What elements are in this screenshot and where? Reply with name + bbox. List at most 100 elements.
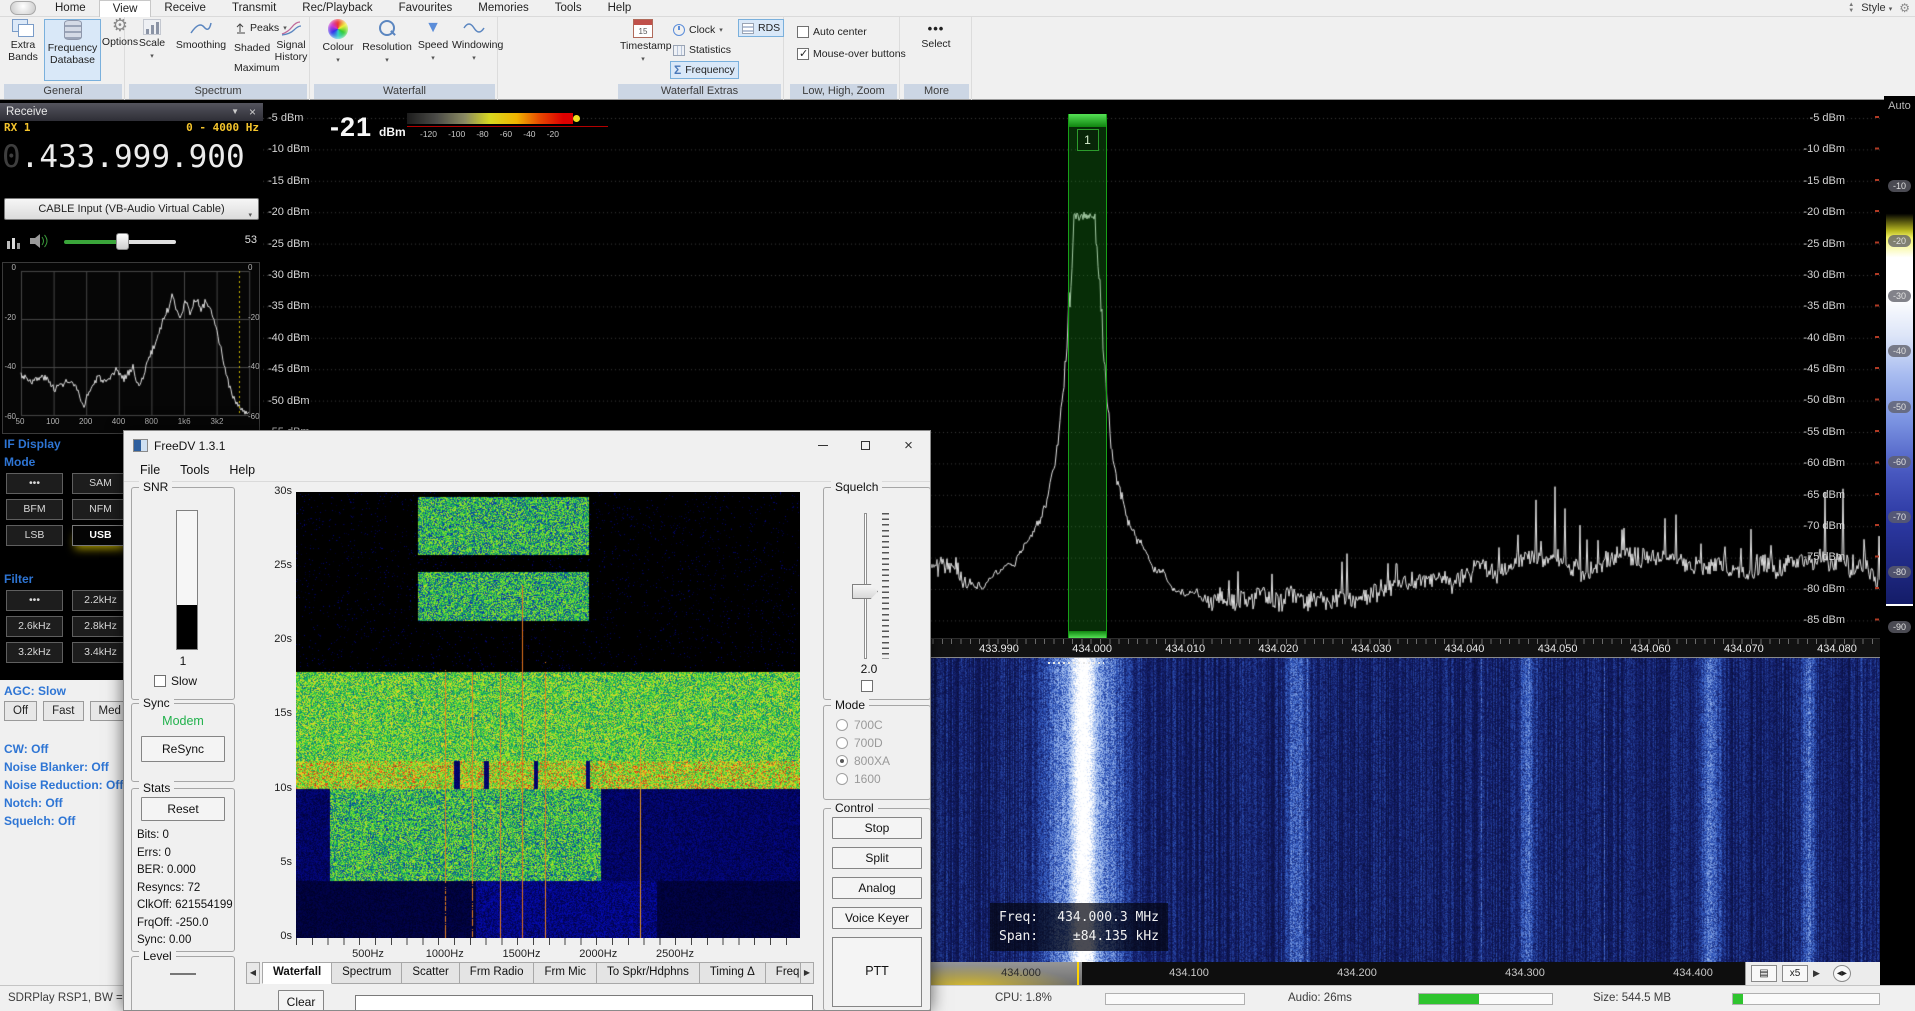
frequency-display[interactable]: 0.433.999.900 — [2, 134, 261, 180]
mode-radio-700c[interactable]: 700C — [836, 716, 930, 734]
freedv-window[interactable]: FreeDV 1.3.1 × FileToolsHelp SNR 1 Slow … — [123, 430, 931, 1011]
windowing-button[interactable]: Windowing▾ — [452, 19, 496, 65]
freedv-tab[interactable]: Scatter — [402, 962, 459, 984]
statistics-button[interactable]: Statistics — [670, 41, 734, 59]
speaker-icon[interactable] — [28, 232, 50, 250]
shaded-button[interactable]: Shaded — [231, 39, 273, 57]
freedv-tab[interactable]: Timing Δ — [700, 962, 766, 984]
receive-panel-header[interactable]: Receive ▼ × — [0, 103, 263, 121]
freedv-waterfall[interactable] — [296, 492, 800, 938]
waterfall-palette-bar[interactable] — [407, 113, 573, 124]
palette-tick: -100 — [448, 129, 465, 139]
signal-history-button[interactable]: Signal History — [273, 19, 309, 63]
mode-button[interactable]: LSB — [6, 525, 63, 546]
filter-button[interactable]: 3.2kHz — [6, 642, 63, 663]
frequency-database-button[interactable]: Frequency Database — [44, 19, 101, 81]
control-button[interactable]: Voice Keyer — [832, 907, 922, 929]
filter-button[interactable]: 2.8kHz — [72, 616, 129, 637]
speed-button[interactable]: ▼Speed▾ — [414, 19, 452, 65]
agc-button[interactable]: Off — [4, 701, 37, 721]
auto-contrast-label[interactable]: Auto — [1884, 100, 1915, 112]
tab-scroll-right[interactable]: ▶ — [800, 962, 814, 984]
menu-item[interactable]: Tools — [170, 460, 219, 481]
tab-home[interactable]: Home — [42, 0, 99, 17]
mode-button[interactable]: USB — [72, 525, 129, 546]
minimize-button[interactable] — [801, 431, 844, 459]
ribbon-body: Extra Bands Frequency Database ⚙Options … — [0, 17, 1915, 100]
clear-button[interactable]: Clear — [278, 990, 324, 1011]
close-button[interactable]: × — [887, 431, 930, 459]
mouse-over-buttons-checkbox[interactable]: Mouse-over buttons — [794, 45, 909, 63]
collapse-ribbon-icon[interactable]: ▲▼ — [1848, 2, 1854, 14]
freedv-tab[interactable]: Frequen — [766, 962, 800, 984]
mode-button[interactable]: SAM — [72, 473, 129, 494]
text-output-field[interactable] — [355, 995, 813, 1011]
menu-item[interactable]: File — [130, 460, 170, 481]
control-button[interactable]: Stop — [832, 817, 922, 839]
freedv-tab[interactable]: Frm Mic — [534, 962, 597, 984]
auto-center-checkbox[interactable]: Auto center — [794, 23, 870, 41]
filter-button[interactable]: 2.6kHz — [6, 616, 63, 637]
waterfall-contrast-scale[interactable]: Auto -10-20-30-40-50-60-70-80-90 — [1884, 96, 1915, 985]
timestamp-button[interactable]: Timestamp▾ — [620, 19, 666, 66]
panel-collapse-icon[interactable]: ▼ — [231, 103, 239, 121]
mode-button[interactable]: NFM — [72, 499, 129, 520]
maximize-button[interactable] — [844, 431, 887, 459]
ptt-button[interactable]: PTT — [832, 937, 922, 1007]
palette-marker-dot[interactable] — [573, 115, 580, 122]
tab-scroll-left[interactable]: ◀ — [246, 962, 260, 984]
freedv-tab[interactable]: Frm Radio — [460, 962, 535, 984]
control-button[interactable]: Analog — [832, 877, 922, 899]
tab-receive[interactable]: Receive — [151, 0, 219, 17]
tab-tools[interactable]: Tools — [542, 0, 595, 17]
mode-radio-800xa[interactable]: 800XA — [836, 752, 930, 770]
mode-radio-1600[interactable]: 1600 — [836, 770, 930, 788]
panel-close-icon[interactable]: × — [249, 103, 256, 121]
mode-button[interactable]: BFM — [6, 499, 63, 520]
extra-bands-button[interactable]: Extra Bands — [4, 19, 42, 63]
zoom-factor-button[interactable]: x5 — [1782, 965, 1808, 982]
mode-button[interactable]: ••• — [6, 473, 63, 494]
tab-help[interactable]: Help — [595, 0, 645, 17]
squelch-slider-handle[interactable] — [852, 584, 878, 599]
agc-button[interactable]: Fast — [43, 701, 83, 721]
snr-slow-checkbox[interactable]: Slow — [154, 674, 197, 688]
resync-button[interactable]: ReSync — [141, 736, 225, 762]
freedv-tab[interactable]: Spectrum — [332, 962, 402, 984]
frequency-button[interactable]: ΣFrequency — [670, 61, 739, 79]
scale-button[interactable]: Scale▾ — [133, 19, 171, 63]
tab-memories[interactable]: Memories — [465, 0, 541, 17]
settings-gear-icon[interactable]: ⚙ — [1899, 1, 1910, 15]
tab-favourites[interactable]: Favourites — [386, 0, 466, 17]
clock-button[interactable]: Clock▾ — [670, 21, 726, 39]
filter-passband[interactable]: 1 — [1068, 114, 1107, 638]
menu-item[interactable]: Help — [219, 460, 265, 481]
passband-top-cap[interactable] — [1069, 114, 1106, 127]
resolution-button[interactable]: Resolution▾ — [360, 19, 414, 67]
span-reset-button[interactable]: ◂▸ — [1833, 965, 1851, 982]
tab-rec-playback[interactable]: Rec/Playback — [289, 0, 385, 17]
colour-button[interactable]: Colour▾ — [318, 19, 358, 67]
freedv-tab[interactable]: To Spkr/Hdphns — [597, 962, 700, 984]
keyboard-entry-button[interactable]: ▤ — [1751, 965, 1777, 982]
filter-button[interactable]: 2.2kHz — [72, 590, 129, 611]
rds-button[interactable]: RDS — [738, 19, 784, 37]
squelch-checkbox[interactable] — [861, 680, 873, 692]
style-menu[interactable]: Style ▾ — [1861, 2, 1892, 14]
reset-button[interactable]: Reset — [141, 797, 225, 821]
volume-slider-handle[interactable] — [116, 233, 129, 250]
select-button[interactable]: •••Select — [908, 23, 964, 50]
tab-transmit[interactable]: Transmit — [219, 0, 289, 17]
freedv-titlebar[interactable]: FreeDV 1.3.1 × — [124, 431, 930, 460]
audio-device-dropdown[interactable]: CABLE Input (VB-Audio Virtual Cable)▾ — [4, 198, 259, 220]
zoom-step-arrow[interactable]: ▶ — [1813, 968, 1820, 979]
freedv-tab[interactable]: Waterfall — [262, 962, 332, 984]
filter-button[interactable]: ••• — [6, 590, 63, 611]
vfo-badge[interactable]: 1 — [1077, 129, 1099, 151]
filter-button[interactable]: 3.4kHz — [72, 642, 129, 663]
app-menu-button[interactable] — [10, 1, 36, 15]
audio-spectrum-graph[interactable] — [2, 262, 260, 434]
control-button[interactable]: Split — [832, 847, 922, 869]
smoothing-button[interactable]: Smoothing — [173, 19, 229, 51]
mode-radio-700d[interactable]: 700D — [836, 734, 930, 752]
